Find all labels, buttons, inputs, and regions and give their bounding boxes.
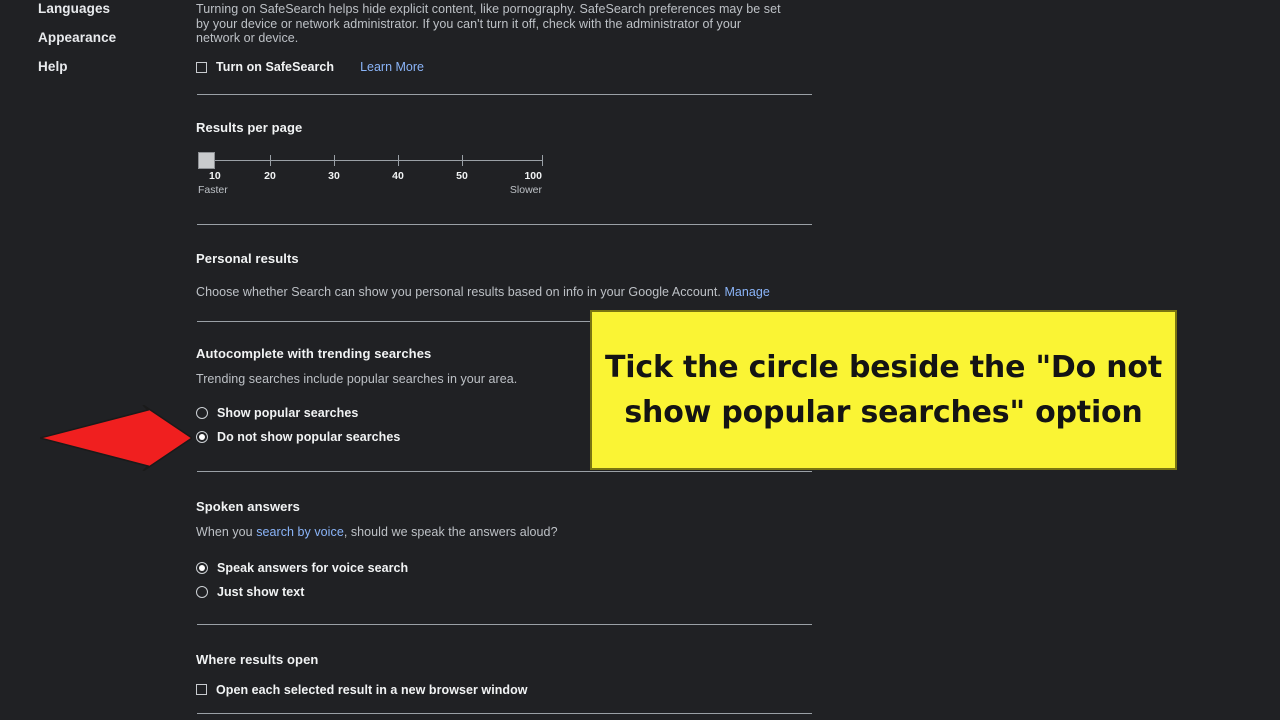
slider-thumb[interactable] xyxy=(198,152,215,169)
spoken-answers-title: Spoken answers xyxy=(196,499,300,514)
sidebar-item-label: Languages xyxy=(38,1,111,16)
radio-label-do-not-show-popular-searches: Do not show popular searches xyxy=(217,429,401,444)
divider xyxy=(197,471,812,472)
section-personal-results: Personal results Choose whether Search c… xyxy=(196,251,812,300)
safesearch-checkbox-row[interactable]: Turn on SafeSearch Learn More xyxy=(196,59,812,76)
callout-line-1: Tick the circle beside the "Do not xyxy=(605,350,1162,385)
sidebar-item-label: Help xyxy=(38,59,68,74)
safesearch-checkbox-label: Turn on SafeSearch xyxy=(216,60,335,75)
results-per-page-slider[interactable]: 10 20 30 40 50 100 Faster Slower xyxy=(196,146,546,196)
search-by-voice-link[interactable]: search by voice xyxy=(256,525,344,539)
sidebar-item-languages[interactable]: Languages xyxy=(38,1,110,16)
callout-line-2: show popular searches" option xyxy=(624,395,1143,430)
slider-tick-label-100: 100 xyxy=(524,170,542,182)
sidebar-item-label: Appearance xyxy=(38,30,117,45)
slider-tick-label-10: 10 xyxy=(209,170,221,182)
sidebar: Languages Appearance Help xyxy=(0,0,180,720)
slider-caption-faster: Faster xyxy=(198,184,228,196)
learn-more-link[interactable]: Learn More xyxy=(360,60,424,74)
where-results-open-title: Where results open xyxy=(196,652,319,667)
slider-tick-label-30: 30 xyxy=(328,170,340,182)
divider xyxy=(197,224,812,225)
red-arrow-annotation xyxy=(40,405,192,471)
instruction-callout: Tick the circle beside the "Do not show … xyxy=(590,310,1177,470)
where-results-open-checkbox-row[interactable]: Open each selected result in a new brows… xyxy=(196,681,812,698)
slider-tick-label-40: 40 xyxy=(392,170,404,182)
spoken-answers-description: When you search by voice, should we spea… xyxy=(196,525,812,540)
personal-results-description-text: Choose whether Search can show you perso… xyxy=(196,285,721,299)
checkbox-icon-new-browser-window[interactable] xyxy=(196,684,207,695)
divider xyxy=(197,94,812,95)
radio-row-just-show-text[interactable]: Just show text xyxy=(196,580,812,604)
slider-tick-label-20: 20 xyxy=(264,170,276,182)
radio-icon-just-show-text[interactable] xyxy=(196,585,208,598)
slider-caption-slower: Slower xyxy=(509,184,542,196)
divider xyxy=(197,624,812,625)
where-results-open-checkbox-label: Open each selected result in a new brows… xyxy=(216,682,528,697)
spoken-answers-desc-after: , should we speak the answers aloud? xyxy=(343,525,558,539)
radio-icon-do-not-show-popular-searches[interactable] xyxy=(196,430,208,443)
sidebar-item-appearance[interactable]: Appearance xyxy=(38,30,116,45)
slider-tick xyxy=(270,155,271,166)
slider-tick xyxy=(398,155,399,166)
radio-icon-speak-answers[interactable] xyxy=(196,561,208,574)
divider xyxy=(197,713,812,714)
personal-results-title: Personal results xyxy=(196,251,299,266)
manage-link[interactable]: Manage xyxy=(724,285,769,299)
slider-tick xyxy=(542,155,543,166)
slider-tick xyxy=(334,155,335,166)
radio-icon-show-popular-searches[interactable] xyxy=(196,406,208,419)
personal-results-description: Choose whether Search can show you perso… xyxy=(196,285,812,300)
radio-label-speak-answers: Speak answers for voice search xyxy=(217,560,409,575)
checkbox-icon-safesearch[interactable] xyxy=(196,61,207,73)
section-spoken-answers: Spoken answers When you search by voice,… xyxy=(196,499,812,604)
safesearch-description: Turning on SafeSearch helps hide explici… xyxy=(196,2,781,46)
radio-row-speak-answers[interactable]: Speak answers for voice search xyxy=(196,556,812,580)
radio-label-just-show-text: Just show text xyxy=(217,584,305,599)
section-results-per-page: Results per page 10 20 30 40 50 100 Fast… xyxy=(196,120,812,196)
sidebar-item-help[interactable]: Help xyxy=(38,59,68,74)
slider-tick-label-50: 50 xyxy=(456,170,468,182)
section-safesearch: Turning on SafeSearch helps hide explici… xyxy=(196,2,812,76)
results-per-page-title: Results per page xyxy=(196,120,303,135)
slider-tick xyxy=(462,155,463,166)
radio-label-show-popular-searches: Show popular searches xyxy=(217,405,359,420)
slider-track[interactable] xyxy=(206,160,542,161)
spoken-answers-desc-before: When you xyxy=(196,525,257,539)
section-where-results-open: Where results open Open each selected re… xyxy=(196,652,812,698)
